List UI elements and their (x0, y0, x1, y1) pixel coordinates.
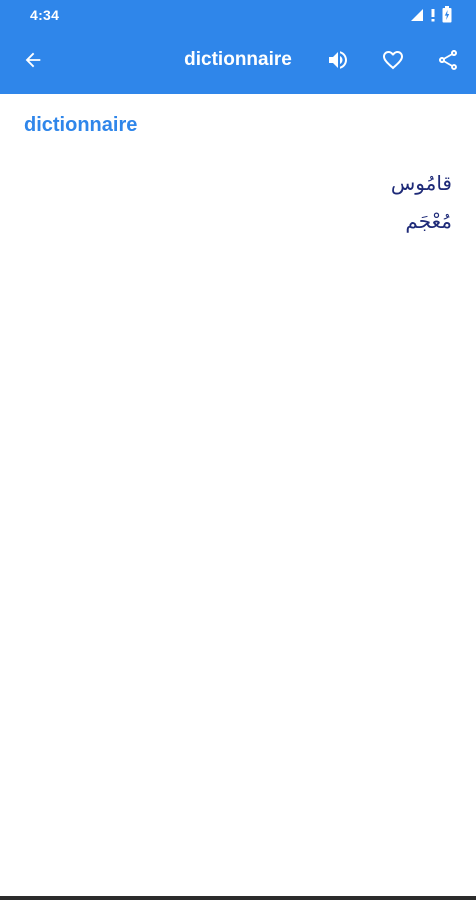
back-arrow-icon (22, 49, 44, 76)
speaker-icon (326, 48, 350, 77)
translation-item[interactable]: مُعْجَم (152, 202, 452, 240)
heart-icon (381, 48, 405, 77)
status-bar: 4:34 (0, 0, 476, 30)
toolbar-title: dictionnaire (184, 49, 292, 70)
status-icons (410, 6, 452, 28)
favorite-button[interactable] (373, 42, 413, 82)
app-bar: 4:34 dictionnaire (0, 0, 476, 94)
pronounce-button[interactable] (318, 42, 358, 82)
back-button[interactable] (13, 42, 53, 82)
signal-icon (410, 8, 424, 27)
alert-icon (430, 8, 436, 27)
headword: dictionnaire (24, 114, 138, 136)
translation-list: قامُوس مُعْجَم (152, 164, 452, 240)
toolbar: dictionnaire (0, 30, 476, 94)
navigation-bar (0, 896, 476, 900)
share-button[interactable] (428, 42, 468, 82)
share-icon (436, 48, 460, 77)
status-time: 4:34 (30, 7, 60, 23)
battery-icon (442, 6, 452, 28)
translation-item[interactable]: قامُوس (152, 164, 452, 202)
